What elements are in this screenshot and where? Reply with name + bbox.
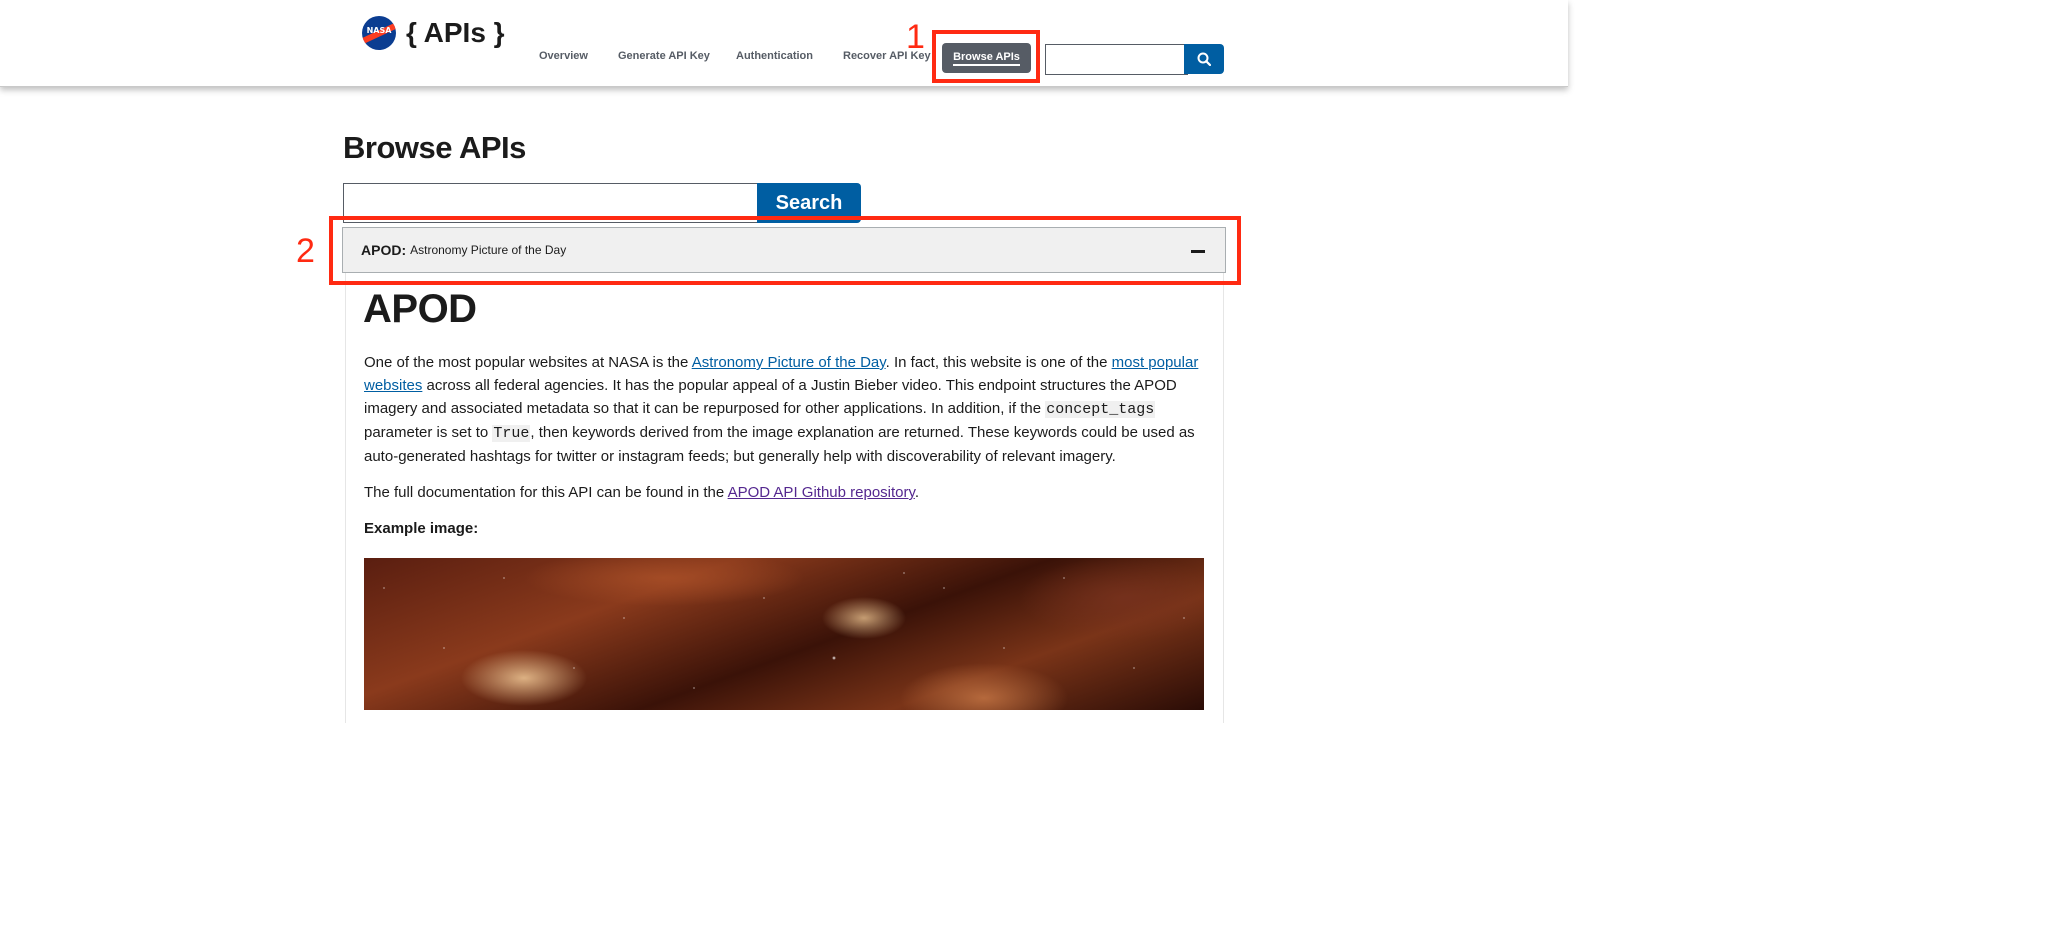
nav-browse-apis-label: Browse APIs [953, 51, 1020, 66]
site-logo[interactable]: NASA { APIs } [362, 16, 505, 50]
annotation-number-2: 2 [296, 232, 315, 270]
site-header: NASA { APIs } Overview Generate API Key … [0, 0, 1568, 87]
code-true: True [492, 425, 531, 442]
example-image-label: Example image: [364, 520, 479, 537]
section-heading: APOD [363, 287, 477, 331]
code-concept-tags: concept_tags [1045, 401, 1156, 418]
example-image [364, 558, 1204, 710]
accordion-api-code: APOD: [361, 242, 407, 258]
page-title: Browse APIs [343, 130, 526, 165]
nav-generate-api-key[interactable]: Generate API Key [618, 50, 710, 62]
header-search-input[interactable] [1045, 44, 1188, 75]
nasa-meatball-icon: NASA [362, 16, 396, 50]
accordion-apod-header[interactable]: APOD: Astronomy Picture of the Day [342, 227, 1226, 273]
annotation-number-1: 1 [906, 18, 925, 56]
nav-browse-apis[interactable]: Browse APIs [942, 43, 1031, 73]
apod-description: One of the most popular websites at NASA… [364, 354, 1199, 465]
site-title[interactable]: { APIs } [406, 16, 505, 50]
link-astronomy-picture-of-the-day[interactable]: Astronomy Picture of the Day [692, 354, 886, 371]
apod-documentation-note: The full documentation for this API can … [364, 484, 920, 501]
nav-overview[interactable]: Overview [539, 50, 588, 62]
search-icon [1197, 52, 1211, 66]
accordion-api-description: Astronomy Picture of the Day [410, 243, 567, 257]
nav-authentication[interactable]: Authentication [736, 50, 813, 62]
header-search-button[interactable] [1184, 44, 1224, 74]
api-search-input[interactable] [343, 183, 761, 223]
minus-icon[interactable] [1191, 250, 1205, 253]
link-apod-github-repository[interactable]: APOD API Github repository [728, 484, 915, 501]
api-search-button[interactable]: Search [757, 183, 861, 223]
